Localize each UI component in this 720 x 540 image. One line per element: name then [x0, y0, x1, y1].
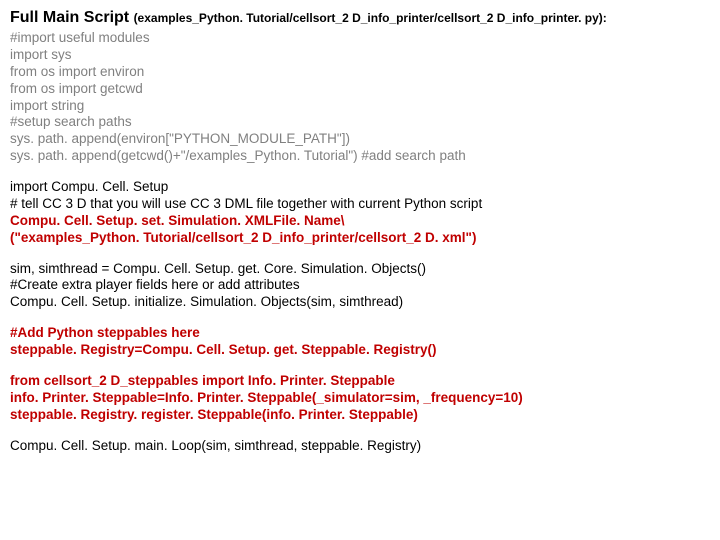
code-line: sim, simthread = Compu. Cell. Setup. get… — [10, 261, 710, 278]
code-block-3: sim, simthread = Compu. Cell. Setup. get… — [10, 261, 710, 312]
code-block-2: import Compu. Cell. Setup # tell CC 3 D … — [10, 179, 710, 247]
code-line: #Add Python steppables here — [10, 325, 710, 342]
code-line: #Create extra player fields here or add … — [10, 277, 710, 294]
code-block-6: Compu. Cell. Setup. main. Loop(sim, simt… — [10, 438, 710, 455]
code-line: from cellsort_2 D_steppables import Info… — [10, 373, 710, 390]
code-block-5: from cellsort_2 D_steppables import Info… — [10, 373, 710, 424]
code-line: # tell CC 3 D that you will use CC 3 DML… — [10, 196, 710, 213]
code-line: Compu. Cell. Setup. main. Loop(sim, simt… — [10, 438, 710, 455]
code-line: from os import environ — [10, 64, 710, 81]
code-span: sys. path. append(getcwd()+"/examples_Py… — [10, 148, 361, 163]
title-path: (examples_Python. Tutorial/cellsort_2 D_… — [134, 11, 607, 25]
code-line: info. Printer. Steppable=Info. Printer. … — [10, 390, 710, 407]
code-line: Compu. Cell. Setup. set. Simulation. XML… — [10, 213, 710, 230]
code-block-4: #Add Python steppables here steppable. R… — [10, 325, 710, 359]
script-header: Full Main Script (examples_Python. Tutor… — [10, 8, 710, 28]
title-label: Full Main Script — [10, 9, 134, 26]
code-line: import string — [10, 98, 710, 115]
code-line: import Compu. Cell. Setup — [10, 179, 710, 196]
code-line: sys. path. append(environ["PYTHON_MODULE… — [10, 131, 710, 148]
code-line: steppable. Registry=Compu. Cell. Setup. … — [10, 342, 710, 359]
code-line: #import useful modules — [10, 30, 710, 47]
code-line: Compu. Cell. Setup. initialize. Simulati… — [10, 294, 710, 311]
code-line: sys. path. append(getcwd()+"/examples_Py… — [10, 148, 710, 165]
code-line: steppable. Registry. register. Steppable… — [10, 407, 710, 424]
code-block-1: #import useful modules import sys from o… — [10, 30, 710, 165]
code-line: ("examples_Python. Tutorial/cellsort_2 D… — [10, 230, 710, 247]
code-line: #setup search paths — [10, 114, 710, 131]
code-comment: #add search path — [361, 148, 465, 163]
code-line: import sys — [10, 47, 710, 64]
code-line: from os import getcwd — [10, 81, 710, 98]
